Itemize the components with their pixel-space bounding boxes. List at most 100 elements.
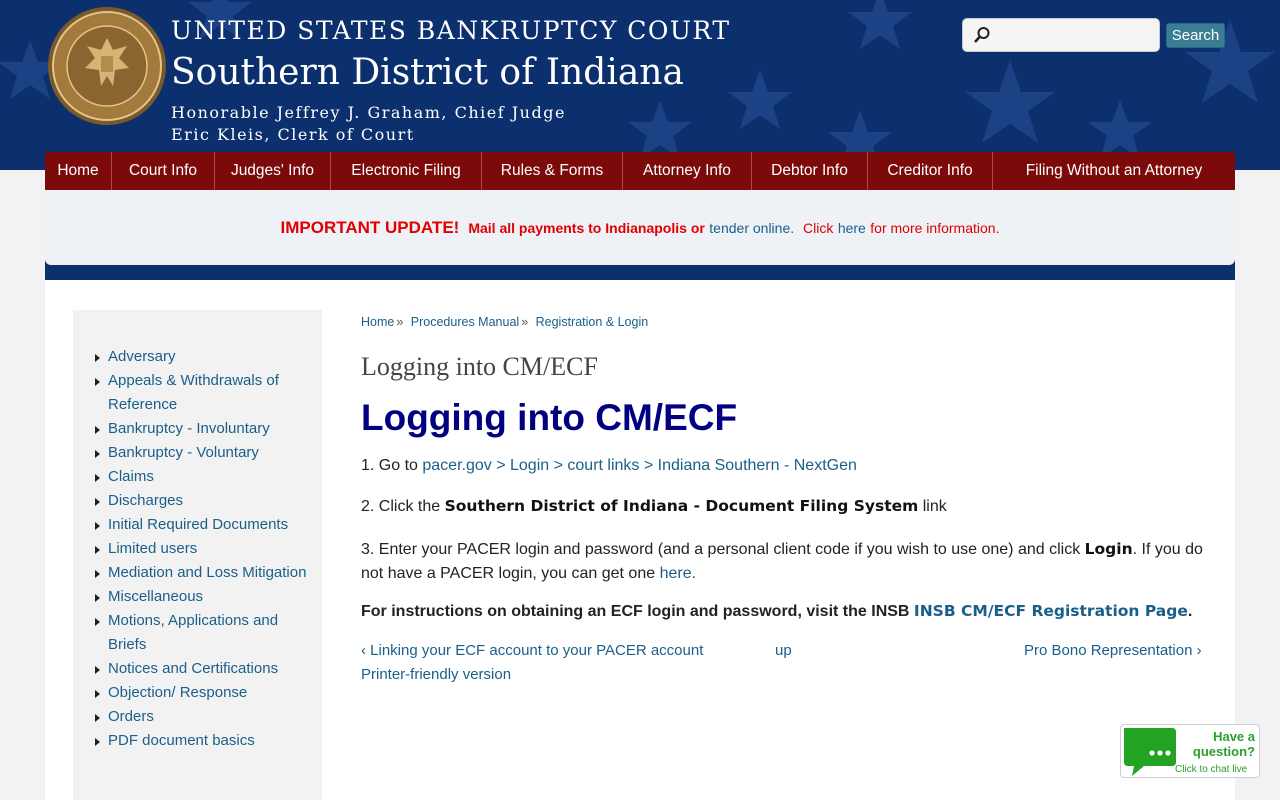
sidebar-item-label[interactable]: Bankruptcy - Involuntary (108, 420, 270, 437)
registration-page-link[interactable]: INSB CM/ECF Registration Page (914, 602, 1188, 620)
sidebar-item-motions[interactable]: Motions, Applications and Briefs (73, 609, 313, 657)
chat-question-text[interactable]: Have a question? (1183, 729, 1255, 759)
bullet-icon (95, 474, 100, 482)
previous-page-link[interactable]: ‹ Linking your ECF account to your PACER… (361, 642, 703, 659)
next-page-link[interactable]: Pro Bono Representation › (1024, 642, 1202, 659)
nav-item-rules-forms[interactable]: Rules & Forms (482, 152, 623, 190)
step-1: 1. Go to pacer.gov > Login > court links… (361, 457, 857, 475)
sidebar-item-bankruptcy-voluntary[interactable]: Bankruptcy - Voluntary (73, 441, 313, 465)
search-icon (974, 27, 990, 43)
sidebar-menu: Adversary Appeals & Withdrawals of Refer… (73, 310, 322, 800)
pacer-gov-link[interactable]: pacer.gov (422, 457, 491, 474)
sidebar-item-label[interactable]: Motions, Applications and Briefs (108, 612, 278, 653)
sidebar-item-claims[interactable]: Claims (73, 465, 313, 489)
breadcrumb: Home» Procedures Manual» Registration & … (361, 315, 648, 329)
instructions: For instructions on obtaining an ECF log… (361, 602, 1192, 621)
page-title: Logging into CM/ECF (361, 352, 598, 381)
bullet-icon (95, 450, 100, 458)
sidebar-item-label[interactable]: Appeals & Withdrawals of Reference (108, 372, 279, 413)
sidebar-item-label[interactable]: Objection/ Response (108, 684, 247, 701)
breadcrumb-separator: » (396, 315, 404, 329)
bullet-icon (95, 546, 100, 554)
tender-online-link[interactable]: tender online. (709, 220, 794, 236)
important-update-banner: IMPORTANT UPDATE! Mail all payments to I… (45, 190, 1235, 265)
nav-item-attorney-info[interactable]: Attorney Info (623, 152, 752, 190)
bullet-icon (95, 354, 100, 362)
sidebar-item-notices[interactable]: Notices and Certifications (73, 657, 313, 681)
bullet-icon (95, 666, 100, 674)
step-3: 3. Enter your PACER login and password (… (361, 537, 1209, 586)
sidebar-item-label[interactable]: Mediation and Loss Mitigation (108, 564, 306, 581)
sidebar-item-mediation[interactable]: Mediation and Loss Mitigation (73, 561, 313, 585)
bullet-icon (95, 426, 100, 434)
more-info-text: for more information. (870, 219, 1000, 236)
clerk-of-court: Eric Kleis, Clerk of Court (171, 125, 415, 144)
sidebar-item-bankruptcy-involuntary[interactable]: Bankruptcy - Involuntary (73, 417, 313, 441)
link-separator: > (549, 457, 568, 474)
click-text: Click (803, 219, 834, 236)
sidebar-item-initial-required-documents[interactable]: Initial Required Documents (73, 513, 313, 537)
nav-item-court-info[interactable]: Court Info (112, 152, 215, 190)
step-3-prefix: 3. Enter your PACER login and password (… (361, 541, 1085, 558)
content-heading: Logging into CM/ECF (361, 397, 738, 438)
court-links-link[interactable]: court links (567, 457, 639, 474)
here-link[interactable]: here (838, 220, 866, 236)
important-update-label: IMPORTANT UPDATE! (280, 217, 460, 237)
nav-item-filing-without-attorney[interactable]: Filing Without an Attorney (993, 152, 1235, 190)
search-input[interactable] (995, 23, 1157, 49)
search-button[interactable]: Search (1166, 23, 1225, 48)
bullet-icon (95, 498, 100, 506)
pacer-here-link[interactable]: here. (660, 565, 696, 582)
step-2: 2. Click the Southern District of Indian… (361, 497, 947, 516)
sidebar-item-label[interactable]: Limited users (108, 540, 197, 557)
sidebar-item-label[interactable]: Miscellaneous (108, 588, 203, 605)
step-1-prefix: 1. Go to (361, 457, 423, 474)
breadcrumb-home[interactable]: Home (361, 315, 394, 329)
breadcrumb-procedures-manual[interactable]: Procedures Manual (411, 315, 519, 329)
link-separator: > (639, 457, 658, 474)
search-box[interactable] (962, 18, 1160, 52)
chat-live-text[interactable]: Click to chat live (1175, 764, 1247, 775)
indiana-southern-nextgen-link[interactable]: Indiana Southern - NextGen (658, 457, 857, 474)
sidebar-item-appeals[interactable]: Appeals & Withdrawals of Reference (73, 369, 313, 417)
sidebar-item-orders[interactable]: Orders (73, 705, 313, 729)
sidebar-item-pdf-basics[interactable]: PDF document basics (73, 729, 313, 753)
sidebar-item-label[interactable]: Adversary (108, 348, 176, 365)
login-link[interactable]: Login (510, 457, 549, 474)
sidebar-item-label[interactable]: Initial Required Documents (108, 516, 288, 533)
sidebar-item-label[interactable]: PDF document basics (108, 732, 255, 749)
district-name: Southern District of Indiana (171, 52, 684, 93)
sidebar-item-label[interactable]: Orders (108, 708, 154, 725)
sidebar-item-adversary[interactable]: Adversary (73, 345, 313, 369)
bullet-icon (95, 714, 100, 722)
mail-payments-text: Mail all payments to Indianapolis or (468, 219, 705, 236)
bullet-icon (95, 570, 100, 578)
sidebar-item-miscellaneous[interactable]: Miscellaneous (73, 585, 313, 609)
sidebar-item-objection[interactable]: Objection/ Response (73, 681, 313, 705)
nav-item-creditor-info[interactable]: Creditor Info (868, 152, 993, 190)
sidebar-item-label[interactable]: Notices and Certifications (108, 660, 278, 677)
step-3-login-bold: Login (1084, 540, 1133, 558)
court-name: UNITED STATES BANKRUPTCY COURT (171, 16, 731, 45)
main-nav: Home Court Info Judges' Info Electronic … (45, 152, 1235, 190)
up-link[interactable]: up (775, 642, 792, 659)
sidebar-item-label[interactable]: Discharges (108, 492, 183, 509)
nav-item-debtor-info[interactable]: Debtor Info (752, 152, 868, 190)
sidebar-item-limited-users[interactable]: Limited users (73, 537, 313, 561)
chat-widget[interactable]: Have a question? Click to chat live (1120, 724, 1260, 780)
nav-item-home[interactable]: Home (45, 152, 112, 190)
sidebar-item-discharges[interactable]: Discharges (73, 489, 313, 513)
step-2-suffix: link (918, 498, 947, 515)
bullet-icon (95, 618, 100, 626)
nav-item-electronic-filing[interactable]: Electronic Filing (331, 152, 482, 190)
bullet-icon (95, 690, 100, 698)
chat-bubble-icon (1124, 728, 1176, 776)
printer-friendly-link[interactable]: Printer-friendly version (361, 666, 511, 683)
sidebar-item-label[interactable]: Bankruptcy - Voluntary (108, 444, 259, 461)
sidebar-item-label[interactable]: Claims (108, 468, 154, 485)
bullet-icon (95, 738, 100, 746)
nav-item-judges-info[interactable]: Judges' Info (215, 152, 331, 190)
breadcrumb-separator: » (521, 315, 529, 329)
breadcrumb-registration-login[interactable]: Registration & Login (536, 315, 649, 329)
link-separator: > (491, 457, 510, 474)
